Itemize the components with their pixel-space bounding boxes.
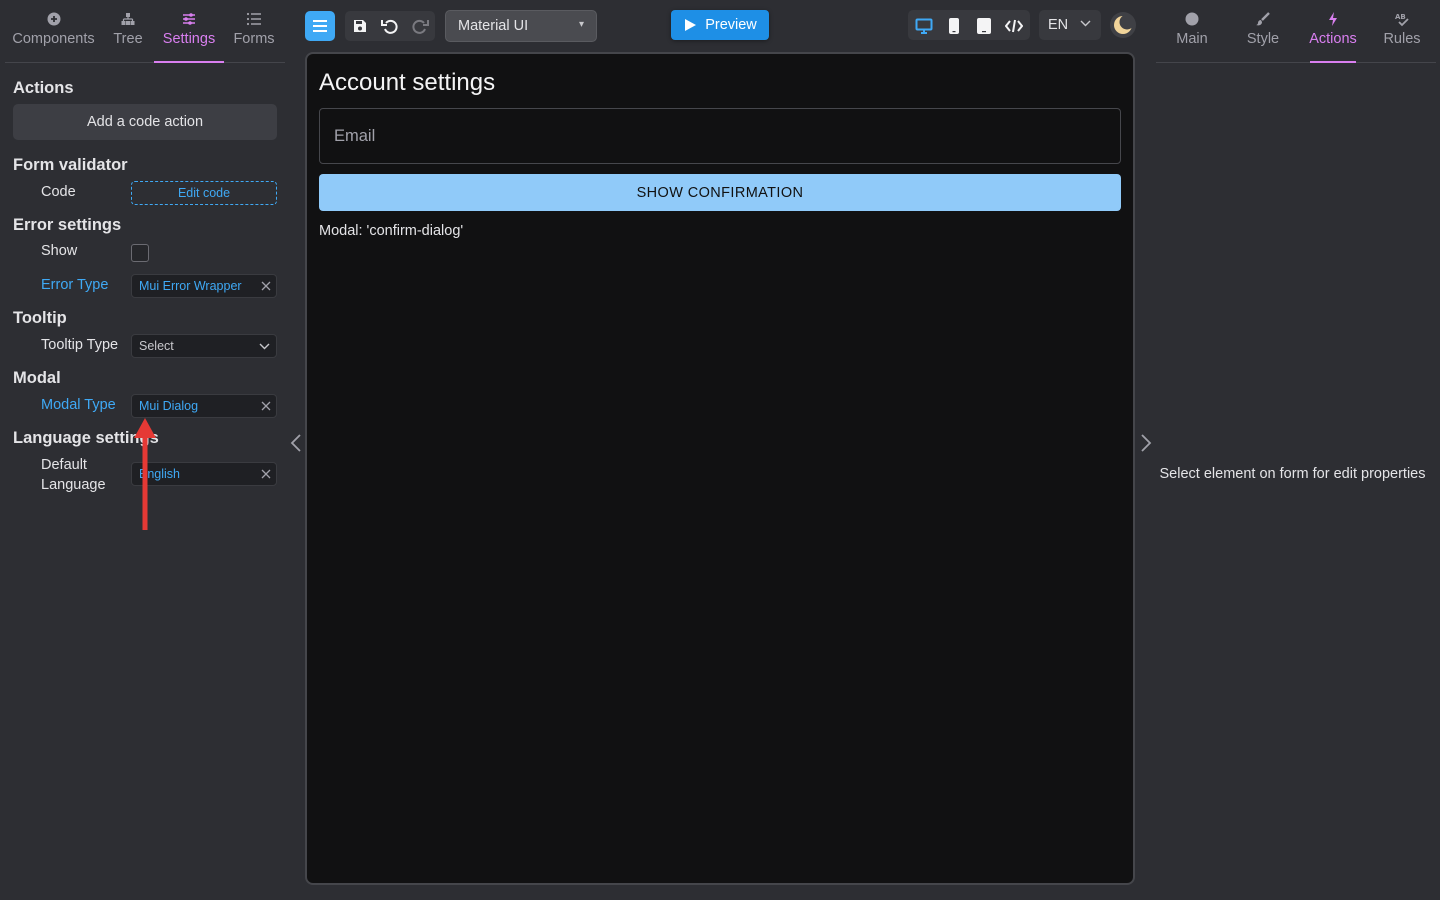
tab-tree[interactable]: Tree	[102, 0, 154, 62]
theme-value: Material UI	[458, 18, 529, 34]
modal-type-select[interactable]: Mui Dialog	[131, 394, 277, 418]
modal-placeholder-text: Modal: 'confirm-dialog'	[319, 223, 464, 239]
default-language-label: Default Language	[41, 457, 106, 493]
tab-label: Rules	[1383, 31, 1421, 47]
redo-icon[interactable]	[409, 15, 431, 37]
error-type-value: Mui Error Wrapper	[139, 279, 242, 293]
svg-text:AB: AB	[1395, 13, 1406, 21]
add-code-action-button[interactable]: Add a code action	[13, 104, 277, 140]
play-icon	[685, 19, 697, 31]
chevron-down-icon	[1080, 20, 1091, 27]
tab-label: Tree	[113, 31, 143, 47]
tooltip-type-label: Tooltip Type	[41, 337, 119, 353]
plus-circle-icon	[47, 12, 60, 26]
caret-down-icon: ▾	[578, 19, 584, 30]
tab-label: Main	[1176, 31, 1208, 47]
modal-type-value: Mui Dialog	[139, 399, 199, 413]
modal-type-label: Modal Type	[41, 397, 116, 413]
language-value: EN	[1048, 17, 1069, 33]
tooltip-type-placeholder: Select	[139, 339, 174, 353]
lightning-icon	[1329, 12, 1337, 26]
tree-icon	[121, 13, 135, 25]
actions-title: Actions	[13, 79, 74, 97]
tab-settings[interactable]: Settings	[154, 0, 224, 63]
tab-label: Forms	[233, 31, 275, 47]
form-canvas[interactable]: Account settings Email SHOW CONFIRMATION…	[305, 52, 1135, 885]
error-settings-title: Error settings	[13, 216, 122, 234]
email-field[interactable]: Email	[319, 108, 1121, 164]
tab-label: Actions	[1309, 31, 1357, 47]
show-errors-checkbox[interactable]	[131, 244, 149, 262]
hamburger-icon	[313, 20, 327, 32]
left-tabs: Components Tree Settings Forms	[5, 0, 285, 63]
tab-label: Style	[1246, 31, 1280, 47]
right-tabs: Main Style Actions AB Rules	[1156, 0, 1436, 63]
tab-components[interactable]: Components	[5, 0, 102, 62]
undo-icon[interactable]	[379, 15, 401, 37]
tab-style[interactable]: Style	[1240, 0, 1286, 62]
form-validator-title: Form validator	[13, 156, 128, 174]
modal-title: Modal	[13, 369, 61, 387]
email-label: Email	[334, 126, 376, 145]
desktop-icon[interactable]	[913, 15, 935, 37]
preview-label: Preview	[705, 17, 757, 33]
menu-button[interactable]	[305, 11, 335, 41]
tab-main[interactable]: Main	[1168, 0, 1216, 62]
mobile-icon[interactable]	[943, 15, 965, 37]
show-label: Show	[41, 243, 78, 259]
theme-toggle-button[interactable]	[1110, 12, 1136, 38]
tooltip-title: Tooltip	[13, 309, 67, 327]
edit-code-button[interactable]: Edit code	[131, 181, 277, 205]
language-select[interactable]: EN	[1039, 10, 1101, 40]
brush-icon	[1256, 12, 1270, 26]
save-icon[interactable]	[349, 15, 371, 37]
code-label: Code	[41, 184, 76, 200]
error-type-select[interactable]: Mui Error Wrapper	[131, 274, 277, 298]
sliders-icon	[183, 13, 195, 25]
chevron-down-icon	[252, 343, 276, 350]
tab-forms[interactable]: Forms	[224, 0, 284, 62]
clear-icon[interactable]	[256, 469, 276, 479]
circle-icon	[1185, 12, 1199, 26]
empty-properties-message: Select element on form for edit properti…	[1159, 466, 1426, 482]
preview-button[interactable]: Preview	[671, 10, 769, 40]
tab-label: Settings	[162, 31, 216, 47]
clear-icon[interactable]	[256, 401, 276, 411]
tablet-icon[interactable]	[973, 15, 995, 37]
form-title: Account settings	[319, 69, 496, 96]
tab-label: Components	[12, 31, 95, 47]
collapse-right-icon[interactable]	[1138, 432, 1154, 454]
moon-icon	[1114, 15, 1133, 34]
collapse-left-icon[interactable]	[288, 432, 304, 454]
theme-select[interactable]: Material UI ▾	[445, 10, 597, 42]
red-arrow-annotation	[134, 418, 156, 530]
rules-icon: AB	[1395, 13, 1409, 27]
tooltip-type-select[interactable]: Select	[131, 334, 277, 358]
list-icon	[246, 12, 261, 26]
show-confirmation-button[interactable]: SHOW CONFIRMATION	[319, 174, 1121, 211]
tab-actions[interactable]: Actions	[1309, 0, 1357, 63]
tab-rules[interactable]: AB Rules	[1380, 0, 1424, 62]
code-icon[interactable]	[1003, 15, 1025, 37]
left-panel: Components Tree Settings Forms Actions A…	[0, 0, 290, 900]
error-type-label: Error Type	[41, 277, 109, 293]
clear-icon[interactable]	[256, 281, 276, 291]
